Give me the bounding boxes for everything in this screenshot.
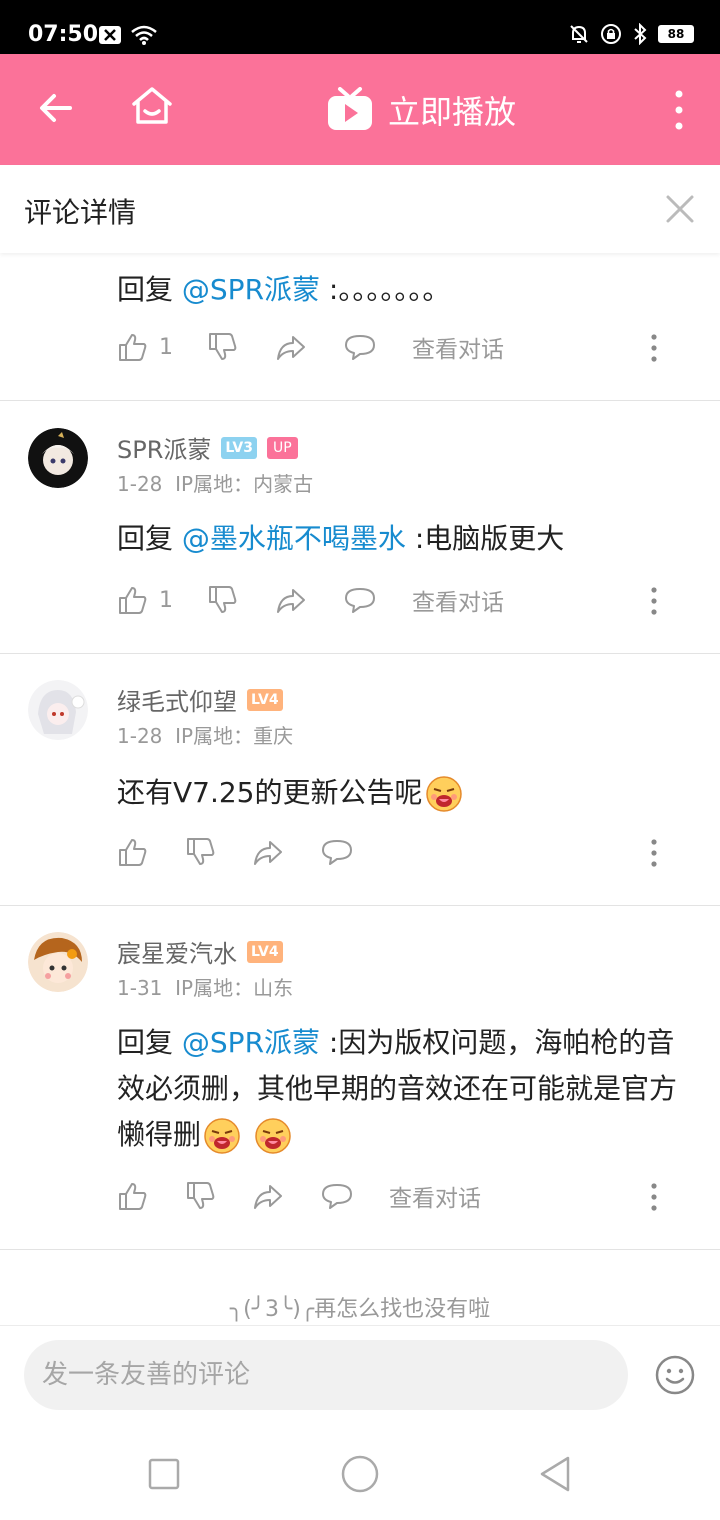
comment-input[interactable]	[24, 1340, 628, 1410]
share-icon[interactable]	[275, 580, 307, 620]
drooling-face-emoji-icon	[425, 776, 462, 812]
home-icon[interactable]	[130, 84, 174, 128]
battery-icon: 88	[658, 25, 694, 43]
lock-rotation-icon	[601, 24, 621, 44]
share-icon[interactable]	[252, 1176, 284, 1216]
mention-link[interactable]: @SPR派蒙	[182, 273, 320, 306]
x-box-icon	[99, 26, 121, 44]
like-button[interactable]: 1	[117, 327, 173, 367]
comment-text: 回复 @SPR派蒙 :因为版权问题，海帕枪的音效必须删，其他早期的音效还在可能就…	[117, 1020, 697, 1158]
thumbs-up-icon[interactable]	[117, 1176, 149, 1216]
comment-input-bar	[0, 1325, 720, 1430]
level-badge: LV4	[247, 688, 283, 711]
thumbs-up-icon	[119, 587, 147, 614]
like-button[interactable]: 1	[117, 580, 173, 620]
thumbs-down-icon[interactable]	[207, 580, 239, 620]
play-now-button[interactable]: 立即播放	[326, 82, 516, 138]
reply-bubble-icon[interactable]	[343, 327, 377, 367]
comment-date: 1-28	[117, 472, 163, 496]
list-item: 绿毛式仰望 LV4 1-28 IP属地：重庆 还有V7.25的更新公告呢	[0, 654, 720, 906]
username[interactable]: 绿毛式仰望	[117, 682, 237, 717]
more-vertical-icon[interactable]	[664, 88, 694, 132]
back-arrow-icon[interactable]	[36, 88, 76, 128]
view-conversation-link[interactable]: 查看对话	[389, 1176, 481, 1216]
comment-text: 回复 @SPR派蒙 :。。。。。。。	[117, 273, 451, 306]
wifi-icon	[131, 25, 157, 45]
comment-feed[interactable]: 回复 @SPR派蒙 :。。。。。。。 1 查看对话 SPR派蒙 LV3 UP 1…	[0, 253, 720, 1325]
share-icon[interactable]	[252, 832, 284, 872]
comment-meta: 1-31 IP属地：山东	[117, 972, 293, 1001]
status-time: 07:50	[28, 22, 99, 47]
list-item: 回复 @SPR派蒙 :。。。。。。。 1 查看对话	[0, 253, 720, 401]
comment-date: 1-31	[117, 976, 163, 1000]
comment-text: 还有V7.25的更新公告呢	[117, 770, 697, 816]
list-item: 宸星爱汽水 LV4 1-31 IP属地：山东 回复 @SPR派蒙 :因为版权问题…	[0, 906, 720, 1250]
mention-link[interactable]: @SPR派蒙	[182, 1026, 320, 1059]
comment-date: 1-28	[117, 724, 163, 748]
reply-bubble-icon[interactable]	[343, 580, 377, 620]
comment-text: 回复 @墨水瓶不喝墨水 :电脑版更大	[117, 522, 565, 555]
bluetooth-icon	[634, 23, 647, 45]
view-conversation-link[interactable]: 查看对话	[412, 327, 504, 367]
up-badge: UP	[266, 436, 298, 459]
list-item: SPR派蒙 LV3 UP 1-28 IP属地：内蒙古 回复 @墨水瓶不喝墨水 :…	[0, 402, 720, 654]
level-badge: LV3	[221, 436, 257, 459]
view-conversation-link[interactable]: 查看对话	[412, 580, 504, 620]
end-of-list-message: ╮(╯3╰)╭再怎么找也没有啦	[229, 1297, 491, 1322]
more-vertical-icon[interactable]	[639, 836, 669, 870]
username[interactable]: 宸星爱汽水	[117, 934, 237, 969]
more-vertical-icon[interactable]	[639, 584, 669, 618]
status-bar: 07:50 88	[0, 0, 720, 54]
top-app-bar: 立即播放	[0, 54, 720, 165]
thumbs-up-icon[interactable]	[117, 832, 149, 872]
avatar[interactable]	[28, 932, 88, 992]
recent-apps-icon[interactable]	[144, 1454, 184, 1494]
comment-meta: 1-28 IP属地：内蒙古	[117, 468, 313, 497]
drooling-face-emoji-icon	[204, 1118, 240, 1154]
share-icon[interactable]	[275, 327, 307, 367]
reply-bubble-icon[interactable]	[320, 832, 354, 872]
comment-meta: 1-28 IP属地：重庆	[117, 720, 293, 749]
thumbs-down-icon[interactable]	[185, 1176, 217, 1216]
avatar[interactable]	[28, 680, 88, 740]
thumbs-down-icon[interactable]	[185, 832, 217, 872]
ip-location: IP属地：重庆	[175, 724, 294, 748]
thumbs-up-icon	[119, 334, 147, 361]
ip-location: IP属地：山东	[175, 976, 294, 1000]
username[interactable]: SPR派蒙	[117, 430, 211, 465]
comment-detail-header: 评论详情	[0, 165, 720, 253]
ip-location: IP属地：内蒙古	[175, 472, 314, 496]
system-nav-bar	[0, 1430, 720, 1520]
page-title: 评论详情	[24, 196, 137, 229]
drooling-face-emoji-icon	[255, 1118, 291, 1154]
play-now-label: 立即播放	[388, 93, 517, 131]
thumbs-down-icon[interactable]	[207, 327, 239, 367]
back-triangle-icon[interactable]	[536, 1454, 576, 1494]
more-vertical-icon[interactable]	[639, 331, 669, 365]
close-icon[interactable]	[662, 191, 698, 227]
level-badge: LV4	[247, 940, 283, 963]
emoji-smile-icon[interactable]	[654, 1354, 696, 1396]
bell-off-icon	[570, 25, 588, 43]
more-vertical-icon[interactable]	[639, 1180, 669, 1214]
tv-play-icon	[328, 87, 372, 130]
avatar[interactable]	[28, 428, 88, 488]
reply-bubble-icon[interactable]	[320, 1176, 354, 1216]
home-circle-icon[interactable]	[340, 1454, 380, 1494]
mention-link[interactable]: @墨水瓶不喝墨水	[182, 522, 406, 555]
